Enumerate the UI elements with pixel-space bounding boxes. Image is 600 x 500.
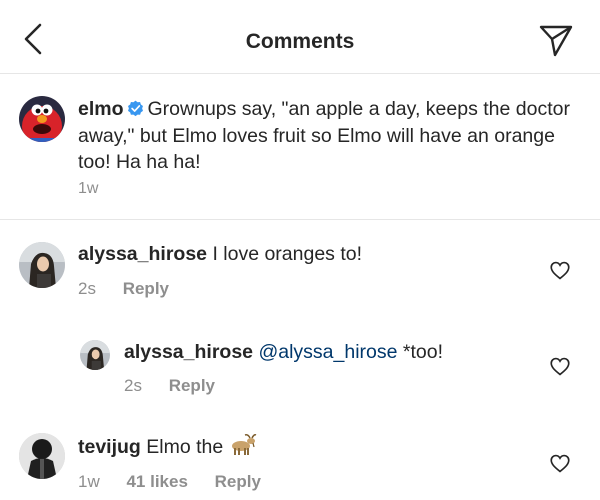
avatar[interactable] (19, 242, 65, 288)
page-title: Comments (245, 30, 355, 53)
header-bar: Comments (0, 0, 600, 74)
comment-body: Elmo the (146, 436, 224, 458)
alyssa-avatar-image (80, 340, 110, 370)
elmo-avatar-image (19, 96, 65, 142)
reply-item: alyssa_hirose @alyssa_hirose *too! 2s Re… (0, 330, 600, 410)
username[interactable]: alyssa_hirose (124, 341, 253, 363)
avatar[interactable] (19, 433, 65, 479)
heart-icon[interactable] (550, 357, 570, 376)
reply-button[interactable]: Reply (215, 472, 261, 491)
avatar[interactable] (19, 96, 65, 142)
verified-badge-icon (127, 100, 143, 117)
username[interactable]: alyssa_hirose (78, 243, 207, 265)
paper-plane-icon[interactable] (538, 24, 574, 58)
avatar[interactable] (80, 340, 110, 370)
post-caption: elmo Grownups say, "an apple a day, keep… (0, 74, 600, 220)
comment-text: alyssa_hirose I love oranges to! (78, 241, 362, 267)
comment-item: alyssa_hirose I love oranges to! 2s Repl… (0, 232, 600, 312)
comment-body: I love oranges to! (212, 243, 363, 265)
comment-text: tevijug Elmo the (78, 434, 257, 460)
timestamp: 2s (124, 376, 142, 395)
username[interactable]: tevijug (78, 436, 141, 458)
caption-text: elmo Grownups say, "an apple a day, keep… (78, 96, 578, 176)
timestamp: 2s (78, 279, 96, 298)
comment-meta: 2s Reply (78, 279, 191, 299)
heart-icon[interactable] (550, 261, 570, 280)
reply-button[interactable]: Reply (123, 279, 169, 298)
goat-emoji-icon (231, 434, 256, 455)
mention-link[interactable]: @alyssa_hirose (258, 341, 397, 363)
comment-meta: 1w 41 likes Reply (78, 472, 283, 492)
comment-item: tevijug Elmo the 1w 41 likes Reply (0, 425, 600, 500)
tevijug-avatar-image (19, 433, 65, 479)
username[interactable]: elmo (78, 98, 124, 120)
timestamp: 1w (78, 472, 100, 491)
reply-button[interactable]: Reply (169, 376, 215, 395)
comment-body: *too! (402, 341, 444, 363)
likes-count[interactable]: 41 likes (126, 472, 187, 491)
caption-body: Grownups say, "an apple a day, keeps the… (78, 98, 570, 173)
alyssa-avatar-image (19, 242, 65, 288)
timestamp: 1w (78, 180, 99, 197)
comment-meta: 2s Reply (124, 376, 237, 396)
comment-text: alyssa_hirose @alyssa_hirose *too! (124, 339, 443, 365)
heart-icon[interactable] (550, 454, 570, 473)
